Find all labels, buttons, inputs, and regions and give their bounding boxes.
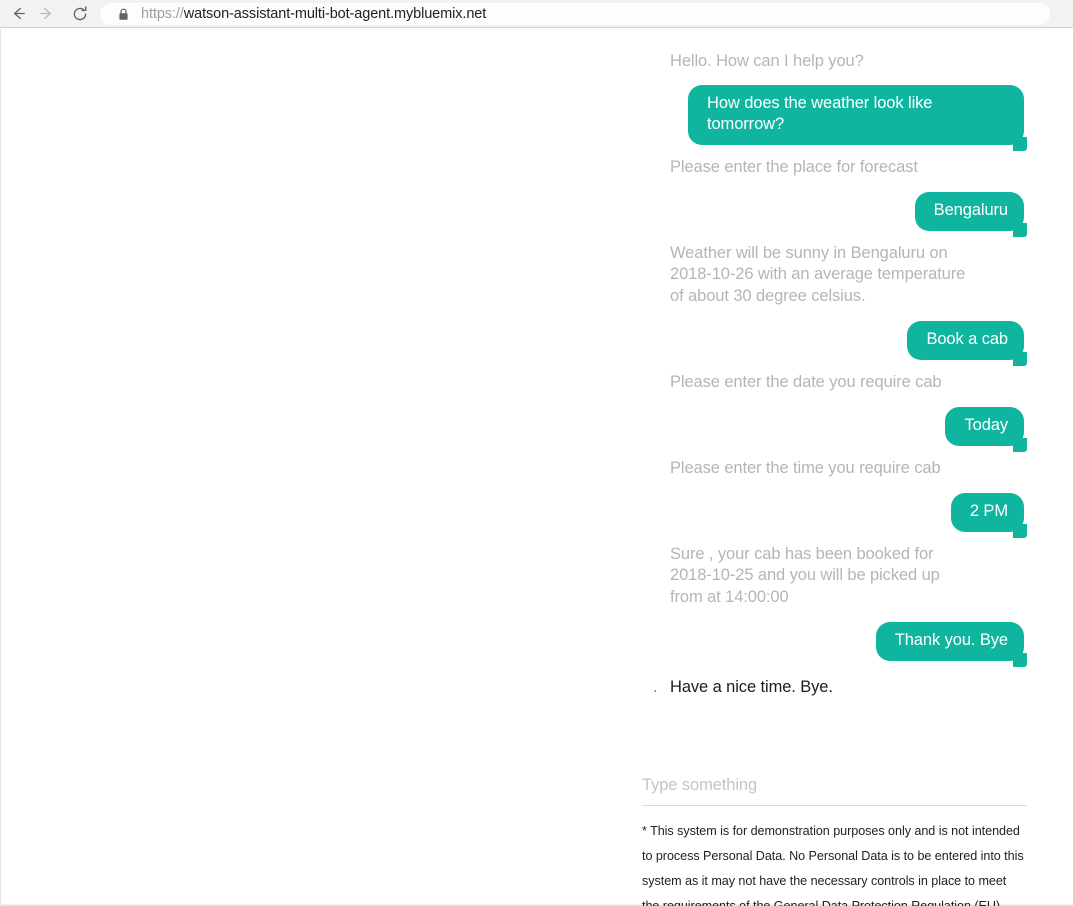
message-row-user: Today [642, 407, 1027, 451]
url-text: https://watson-assistant-multi-bot-agent… [141, 6, 486, 22]
user-message-text: 2 PM [969, 502, 1008, 520]
message-row-user: 2 PM [642, 493, 1028, 537]
message-row-bot: Please enter the date you require cab [642, 372, 1027, 394]
bot-message-final-wrapper: . Have a nice time. Bye. [642, 677, 833, 699]
message-row-bot: Please enter the time you require cab [642, 458, 1027, 480]
bot-message: Please enter the time you require cab [670, 458, 941, 477]
user-message-text: Thank you. Bye [894, 631, 1008, 649]
message-row-user: How does the weather look like tomorrow? [642, 84, 1027, 151]
reload-icon [71, 5, 89, 23]
user-message-text: Today [964, 416, 1008, 434]
message-row-bot: Hello. How can I help you? [642, 51, 1027, 73]
user-message-bubble: Today [945, 407, 1027, 451]
back-button[interactable] [4, 0, 32, 28]
page-content: Hello. How can I help you? How does the … [0, 29, 1073, 906]
message-list: Hello. How can I help you? How does the … [642, 51, 1028, 699]
message-row-bot: Weather will be sunny in Bengaluru on 20… [642, 243, 1027, 308]
bot-message: Weather will be sunny in Bengaluru on 20… [670, 243, 966, 305]
user-message-bubble: Bengaluru [914, 192, 1028, 236]
chat-widget: Hello. How can I help you? How does the … [642, 29, 1028, 906]
url-scheme: https:// [141, 6, 184, 22]
disclaimer-text: * This system is for demonstration purpo… [642, 824, 1024, 906]
arrow-right-icon [38, 5, 55, 22]
composer [642, 774, 1027, 806]
bot-message: Please enter the date you require cab [670, 372, 942, 391]
user-message-text: Book a cab [926, 330, 1008, 348]
message-row-bot: Sure , your cab has been booked for 2018… [642, 544, 1027, 609]
user-message-bubble: Book a cab [907, 321, 1027, 365]
url-host: watson-assistant-multi-bot-agent.mybluem… [183, 6, 487, 22]
user-message-bubble: 2 PM [950, 493, 1028, 537]
bot-message: Hello. How can I help you? [670, 52, 864, 70]
lock-icon [117, 7, 129, 21]
arrow-left-icon [10, 5, 27, 22]
user-message-text: Bengaluru [933, 201, 1008, 219]
reload-button[interactable] [66, 0, 94, 28]
bot-message: Please enter the place for forecast [670, 157, 918, 176]
message-row-user: Thank you. Bye [642, 622, 1028, 666]
user-message-text: How does the weather look like tomorrow? [707, 93, 933, 134]
message-row-bot: Please enter the place for forecast [642, 157, 1027, 179]
address-bar[interactable]: https://watson-assistant-multi-bot-agent… [100, 3, 1050, 25]
message-row-user: Book a cab [642, 321, 1027, 365]
user-message-bubble: How does the weather look like tomorrow? [688, 84, 1027, 151]
forward-button[interactable] [32, 0, 60, 28]
browser-toolbar: https://watson-assistant-multi-bot-agent… [0, 0, 1073, 28]
bot-message: Sure , your cab has been booked for 2018… [670, 544, 940, 606]
bot-message: Have a nice time. Bye. [670, 677, 833, 696]
message-row-user: Bengaluru [642, 192, 1028, 236]
message-row-bot-final: . Have a nice time. Bye. [642, 677, 1027, 699]
user-message-bubble: Thank you. Bye [875, 622, 1028, 666]
message-input[interactable] [642, 774, 1026, 796]
final-message-marker: . [653, 677, 658, 696]
